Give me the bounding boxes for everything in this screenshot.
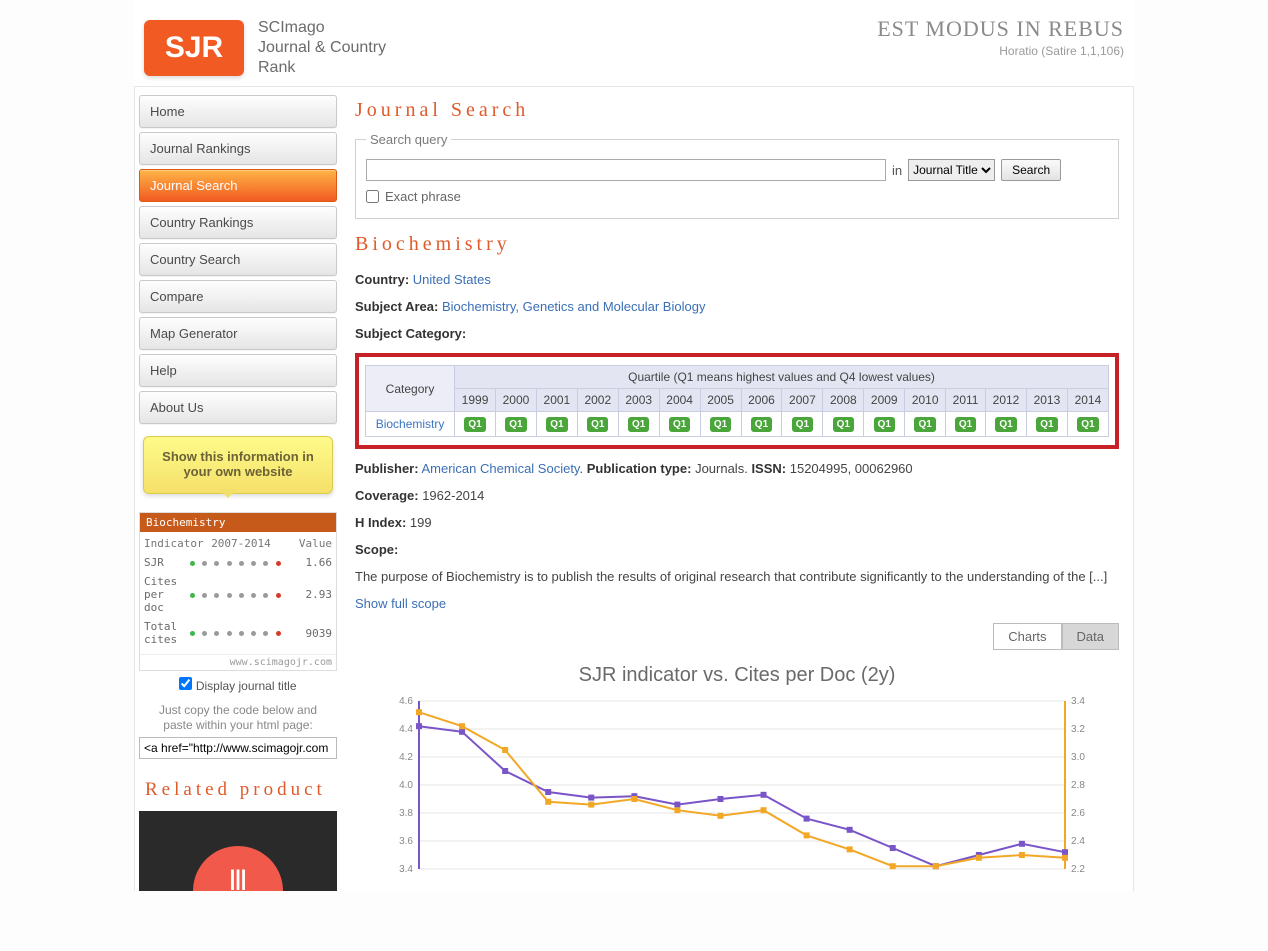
main-content: Journal Search Search query in Journal T… — [341, 87, 1133, 891]
quartile-badge: Q1 — [710, 417, 731, 432]
subject-category-label: Subject Category: — [355, 326, 466, 341]
header: SJR SCImago Journal & Country Rank EST M… — [134, 0, 1134, 86]
quartile-badge: Q1 — [874, 417, 895, 432]
quartile-badge: Q1 — [628, 417, 649, 432]
widget-badge[interactable]: Show this information in your own websit… — [143, 436, 333, 494]
svg-text:3.2: 3.2 — [1071, 724, 1085, 735]
quartile-highlight: Category Quartile (Q1 means highest valu… — [355, 353, 1119, 449]
nav-country-rankings[interactable]: Country Rankings — [139, 206, 337, 239]
tab-data[interactable]: Data — [1062, 623, 1119, 650]
embed-code-input[interactable] — [139, 737, 337, 759]
chart-container: SJR indicator vs. Cites per Doc (2y) 3.4… — [355, 664, 1119, 878]
quartile-badge: Q1 — [1077, 417, 1098, 432]
nav-journal-rankings[interactable]: Journal Rankings — [139, 132, 337, 165]
quartile-badge: Q1 — [955, 417, 976, 432]
quartile-badge: Q1 — [792, 417, 813, 432]
search-legend: Search query — [366, 132, 451, 147]
svg-text:2.2: 2.2 — [1071, 864, 1085, 875]
subject-area-link[interactable]: Biochemistry, Genetics and Molecular Bio… — [442, 299, 706, 314]
quartile-badge: Q1 — [995, 417, 1016, 432]
display-title-label: Display journal title — [196, 679, 297, 693]
category-link[interactable]: Biochemistry — [376, 417, 445, 431]
quartile-badge: Q1 — [464, 417, 485, 432]
tab-charts[interactable]: Charts — [993, 623, 1061, 650]
nav-country-search[interactable]: Country Search — [139, 243, 337, 276]
svg-text:3.4: 3.4 — [399, 864, 413, 875]
svg-text:4.2: 4.2 — [399, 752, 413, 763]
nav-map-generator[interactable]: Map Generator — [139, 317, 337, 350]
svg-text:2.4: 2.4 — [1071, 836, 1085, 847]
display-title-checkbox[interactable] — [179, 677, 192, 690]
exact-phrase-label: Exact phrase — [385, 189, 461, 204]
svg-text:4.0: 4.0 — [399, 780, 413, 791]
bank-icon: Ⅲ — [228, 864, 247, 891]
quartile-badge: Q1 — [833, 417, 854, 432]
svg-text:4.4: 4.4 — [399, 724, 413, 735]
svg-text:3.4: 3.4 — [1071, 696, 1085, 707]
svg-text:2.6: 2.6 — [1071, 808, 1085, 819]
sidebar: Home Journal Rankings Journal Search Countr… — [135, 87, 341, 891]
mini-widget: Biochemistry Indicator 2007-2014 Value S… — [139, 512, 337, 671]
nav-about-us[interactable]: About Us — [139, 391, 337, 424]
svg-text:3.0: 3.0 — [1071, 752, 1085, 763]
country-link[interactable]: United States — [413, 272, 491, 287]
quartile-badge: Q1 — [587, 417, 608, 432]
svg-text:3.6: 3.6 — [399, 836, 413, 847]
svg-text:3.8: 3.8 — [399, 808, 413, 819]
mini-widget-title: Biochemistry — [140, 513, 336, 532]
quartile-badge: Q1 — [1036, 417, 1057, 432]
mini-widget-footer: www.scimagojr.com — [140, 654, 336, 670]
show-full-scope-link[interactable]: Show full scope — [355, 596, 446, 611]
search-button[interactable]: Search — [1001, 159, 1061, 181]
svg-text:4.6: 4.6 — [399, 696, 413, 707]
exact-phrase-checkbox[interactable] — [366, 190, 379, 203]
logo-subtitle: SCImago Journal & Country Rank — [258, 18, 386, 78]
related-product[interactable]: Ⅲ — [139, 811, 337, 891]
quartile-badge: Q1 — [546, 417, 567, 432]
quartile-badge: Q1 — [914, 417, 935, 432]
copy-instructions: Just copy the code below and paste withi… — [139, 703, 337, 737]
search-scope-select[interactable]: Journal Title — [908, 159, 995, 181]
journal-title: Biochemistry — [355, 233, 1119, 256]
quartile-badge: Q1 — [669, 417, 690, 432]
nav-journal-search[interactable]: Journal Search — [139, 169, 337, 202]
search-fieldset: Search query in Journal Title Search Exa… — [355, 132, 1119, 219]
motto: EST MODUS IN REBUS Horatio (Satire 1,1,1… — [877, 18, 1124, 58]
sjr-chart: 3.4 3.6 3.8 4.0 4.2 4.4 4.6 2.2 2.4 2.6 2.8 3.0 3.2 3… — [355, 695, 1119, 875]
svg-text:2.8: 2.8 — [1071, 780, 1085, 791]
nav-home[interactable]: Home — [139, 95, 337, 128]
quartile-table: Category Quartile (Q1 means highest valu… — [365, 365, 1109, 437]
quartile-badge: Q1 — [505, 417, 526, 432]
view-toggle: Charts Data — [355, 623, 1119, 650]
logo-text: SJR — [165, 31, 223, 65]
chart-title: SJR indicator vs. Cites per Doc (2y) — [355, 664, 1119, 687]
search-input[interactable] — [366, 159, 886, 181]
page-title: Journal Search — [355, 99, 1119, 122]
quartile-badge: Q1 — [751, 417, 772, 432]
nav-compare[interactable]: Compare — [139, 280, 337, 313]
nav-help[interactable]: Help — [139, 354, 337, 387]
scope-text: The purpose of Biochemistry is to publis… — [355, 569, 1119, 584]
publisher-link[interactable]: American Chemical Society — [421, 461, 579, 476]
in-label: in — [892, 163, 902, 178]
sjr-logo[interactable]: SJR — [144, 20, 244, 76]
related-heading: Related product — [145, 779, 331, 801]
